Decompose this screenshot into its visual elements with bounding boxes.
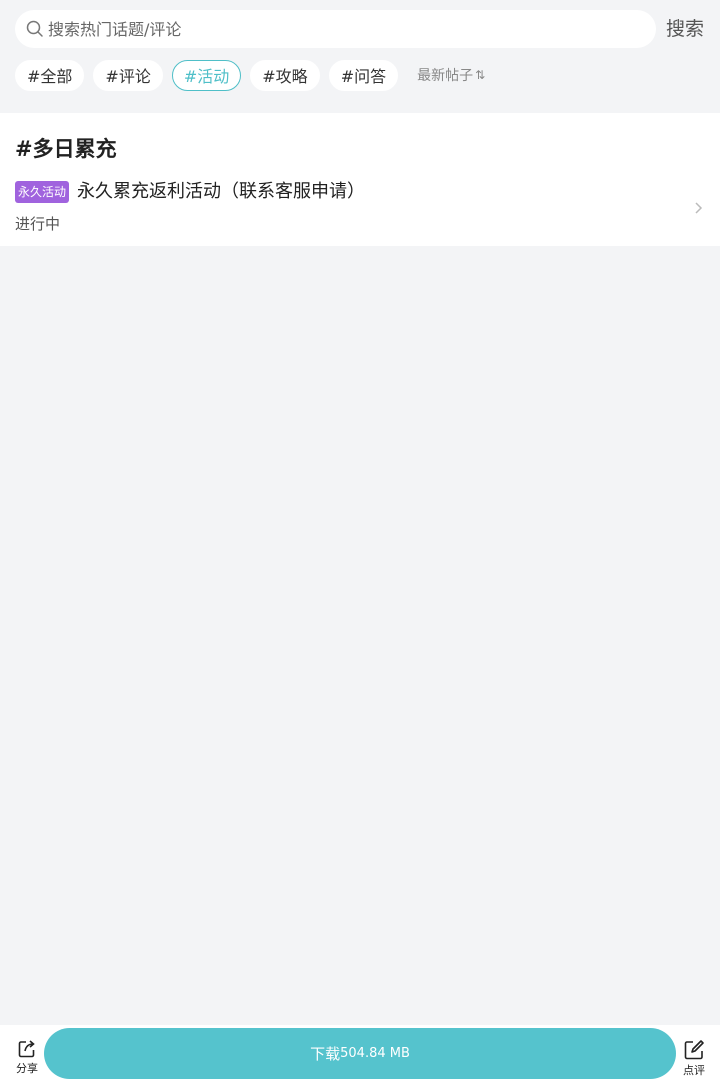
review-button[interactable]: 点评 [677, 1039, 711, 1079]
search-input[interactable] [48, 14, 628, 44]
search-button[interactable]: 搜索 [666, 16, 704, 42]
chevron-right-icon [695, 202, 703, 214]
activity-section: #多日累充 永久活动 永久累充返利活动（联系客服申请） 进行中 [0, 113, 720, 246]
section-title: #多日累充 [15, 137, 117, 161]
chip-all[interactable]: #全部 [15, 59, 85, 91]
chip-qa[interactable]: #问答 [328, 59, 399, 91]
activity-list-item[interactable]: 永久活动 永久累充返利活动（联系客服申请） 进行中 [0, 179, 720, 239]
chip-guide[interactable]: #攻略 [250, 59, 320, 91]
bottom-action-bar: 分享 下载 504.84 MB 点评 [0, 1025, 720, 1085]
search-bar: 搜索 [0, 0, 720, 56]
review-label: 点评 [683, 1064, 705, 1077]
sort-toggle[interactable]: 最新帖子 ⇅ [417, 65, 485, 85]
sort-arrows-icon: ⇅ [475, 68, 486, 82]
activity-badge: 永久活动 [15, 181, 70, 203]
download-label: 下载 [310, 1045, 341, 1063]
search-icon [26, 20, 43, 37]
sort-label: 最新帖子 [417, 68, 474, 84]
topic-filter-chips: #全部 #评论 #活动 #攻略 #问答 最新帖子 ⇅ [15, 59, 485, 91]
activity-status: 进行中 [15, 215, 61, 233]
share-label: 分享 [16, 1062, 38, 1075]
share-icon [18, 1040, 35, 1058]
chip-review[interactable]: #评论 [93, 59, 163, 91]
chip-activity[interactable]: #活动 [171, 59, 242, 91]
download-size: 504.84 MB [340, 1046, 410, 1061]
activity-title: 永久累充返利活动（联系客服申请） [77, 181, 365, 202]
download-button[interactable]: 下载 504.84 MB [44, 1028, 676, 1079]
search-box[interactable] [15, 10, 656, 48]
page: 搜索 #全部 #评论 #活动 #攻略 #问答 最新帖子 ⇅ #多日累充 永久活动… [0, 0, 720, 1085]
edit-icon [684, 1040, 704, 1060]
share-button[interactable]: 分享 [10, 1039, 44, 1079]
